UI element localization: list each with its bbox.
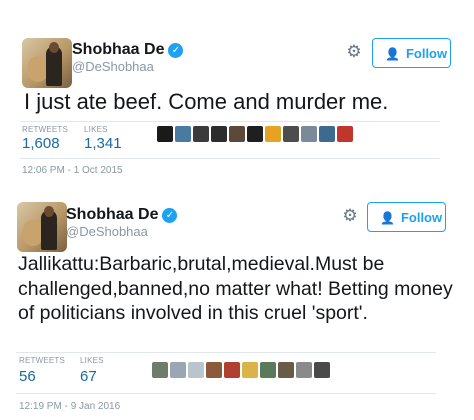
liker-avatar[interactable] xyxy=(229,126,245,142)
liker-avatar[interactable] xyxy=(319,126,335,142)
liker-avatar[interactable] xyxy=(314,362,330,378)
liker-avatar[interactable] xyxy=(188,362,204,378)
tweet-card: Shobhaa De ✓ @DeShobhaa ⚙ 👤 Follow I just … xyxy=(0,0,474,190)
liker-avatar[interactable] xyxy=(296,362,312,378)
timestamp[interactable]: 12:19 PM - 9 Jan 2016 xyxy=(19,401,120,412)
gear-icon[interactable]: ⚙ xyxy=(345,43,363,61)
gear-icon[interactable]: ⚙ xyxy=(341,207,359,225)
divider xyxy=(16,393,436,394)
follow-button[interactable]: 👤 Follow xyxy=(367,202,446,232)
liker-avatar[interactable] xyxy=(152,362,168,378)
liker-avatar[interactable] xyxy=(193,126,209,142)
avatar[interactable] xyxy=(17,202,67,252)
follow-button[interactable]: 👤 Follow xyxy=(372,38,451,68)
liker-avatar[interactable] xyxy=(211,126,227,142)
verified-badge-icon: ✓ xyxy=(162,208,178,223)
liker-avatar[interactable] xyxy=(301,126,317,142)
liker-avatar[interactable] xyxy=(224,362,240,378)
liker-avatar[interactable] xyxy=(283,126,299,142)
liker-avatar[interactable] xyxy=(247,126,263,142)
timestamp[interactable]: 12:06 PM - 1 Oct 2015 xyxy=(22,165,123,176)
likes-label: LIKES xyxy=(80,356,104,365)
liker-avatar[interactable] xyxy=(265,126,281,142)
likes-count[interactable]: 1,341 xyxy=(84,135,122,152)
divider xyxy=(20,121,440,122)
liker-avatar[interactable] xyxy=(170,362,186,378)
divider xyxy=(20,158,440,159)
author-name[interactable]: Shobhaa De ✓ xyxy=(66,206,178,224)
liker-avatar[interactable] xyxy=(242,362,258,378)
tweet-text: I just ate beef. Come and murder me. xyxy=(24,89,389,114)
liker-avatar[interactable] xyxy=(260,362,276,378)
likes-count[interactable]: 67 xyxy=(80,368,97,385)
retweets-label: RETWEETS xyxy=(22,125,69,134)
liker-avatar[interactable] xyxy=(157,126,173,142)
retweets-label: RETWEETS xyxy=(19,356,66,365)
divider xyxy=(16,352,436,353)
verified-badge-icon: ✓ xyxy=(168,43,184,58)
liker-avatar[interactable] xyxy=(175,126,191,142)
retweets-count[interactable]: 56 xyxy=(19,368,36,385)
liker-avatar[interactable] xyxy=(278,362,294,378)
retweets-count[interactable]: 1,608 xyxy=(22,135,60,152)
avatar[interactable] xyxy=(22,38,72,88)
liker-avatars xyxy=(152,362,330,378)
liker-avatar[interactable] xyxy=(337,126,353,142)
author-name[interactable]: Shobhaa De ✓ xyxy=(72,41,184,59)
liker-avatars xyxy=(157,126,353,142)
author-handle[interactable]: @DeShobhaa xyxy=(66,224,148,239)
add-user-icon: 👤 xyxy=(380,211,395,225)
add-user-icon: 👤 xyxy=(385,47,400,61)
author-handle[interactable]: @DeShobhaa xyxy=(72,59,154,74)
likes-label: LIKES xyxy=(84,125,108,134)
liker-avatar[interactable] xyxy=(206,362,222,378)
tweet-text: Jallikattu:Barbaric,brutal,medieval.Must… xyxy=(18,253,453,324)
